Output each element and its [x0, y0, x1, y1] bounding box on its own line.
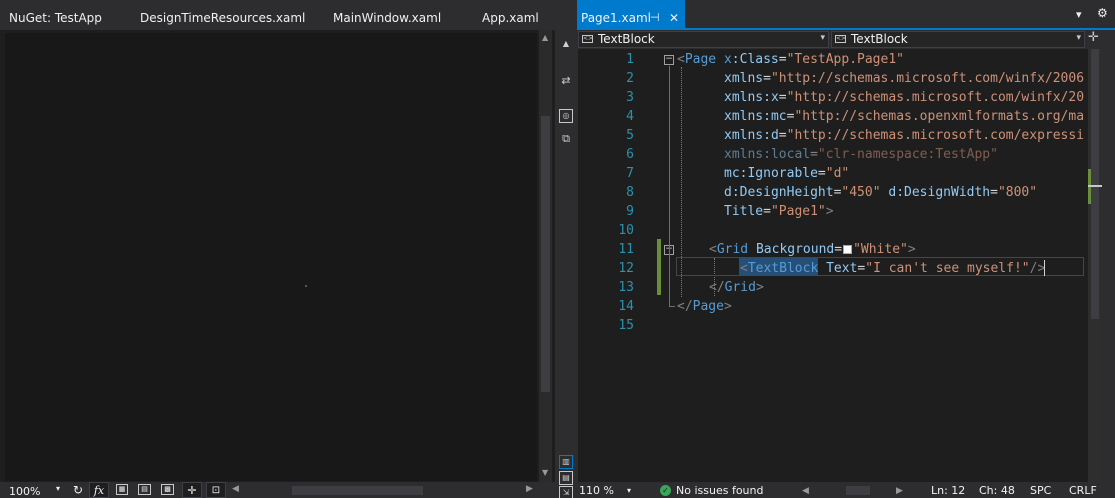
- tab-app-xaml[interactable]: App.xaml: [482, 0, 539, 30]
- document-tab-bar: NuGet: TestApp DesignTimeResources.xaml …: [0, 0, 1115, 30]
- fold-outline-line: [669, 66, 670, 306]
- line-number: 8: [626, 185, 634, 200]
- zoom-dropdown-arrow-icon[interactable]: ▾: [627, 482, 631, 498]
- xaml-element-icon: <>: [582, 35, 594, 43]
- snap-to-snaplines-icon[interactable]: ⊡: [206, 482, 226, 498]
- collapse-pane-icon[interactable]: ▲: [559, 37, 573, 51]
- line-number: 13: [618, 280, 634, 295]
- line-number-gutter: 1 2 3 4 5 6 7 8 9 10 11 12 13 14 15: [578, 49, 658, 482]
- code-line-6: xmlns:local="clr-namespace:TestApp": [724, 147, 998, 162]
- code-line-1: <Page x:Class="TestApp.Page1": [677, 52, 904, 67]
- tab-designtimeresources[interactable]: DesignTimeResources.xaml: [140, 0, 305, 30]
- code-line-3: xmlns:x="http://schemas.microsoft.com/wi…: [724, 90, 1085, 105]
- zoom-dropdown-arrow-icon[interactable]: ▾: [56, 484, 60, 493]
- line-number: 11: [618, 242, 634, 257]
- line-number: 1: [626, 52, 634, 67]
- checkerboard-icon[interactable]: ▩: [161, 484, 174, 495]
- line-indicator[interactable]: Ln: 12: [931, 482, 965, 498]
- element-type-combo[interactable]: <> TextBlock ▾: [578, 31, 829, 48]
- code-line-13: </Grid>: [709, 280, 764, 295]
- combo-dropdown-arrow-icon: ▾: [820, 33, 825, 43]
- fold-outline-end: [669, 306, 675, 307]
- fold-toggle-icon[interactable]: −: [664, 55, 674, 65]
- xaml-designer-surface[interactable]: [5, 33, 537, 481]
- editor-scroll-thumb[interactable]: [1091, 49, 1099, 319]
- code-line-8: d:DesignHeight="450" d:DesignWidth="800": [724, 185, 1038, 200]
- refresh-icon[interactable]: ↻: [73, 483, 83, 497]
- white-color-swatch[interactable]: [843, 245, 853, 254]
- editor-hscroll-thumb[interactable]: [846, 486, 870, 495]
- grid-toggle-icon[interactable]: ▦: [116, 484, 128, 495]
- code-line-4: xmlns:mc="http://schemas.openxmlformats.…: [724, 109, 1085, 124]
- code-line-14: </Page>: [677, 299, 732, 314]
- vertical-split-icon[interactable]: ▥: [559, 455, 573, 469]
- textblock-design-dot: [305, 285, 307, 287]
- split-editor-icon[interactable]: ✛: [1088, 30, 1099, 45]
- navigation-combo-bar: <> TextBlock ▾ <> TextBlock ▾ ✛: [578, 30, 1115, 49]
- change-tracking-marker: [657, 239, 661, 295]
- designer-scroll-thumb[interactable]: [541, 116, 550, 392]
- expand-pane-icon[interactable]: ⇲: [559, 486, 573, 498]
- code-line-2: xmlns="http://schemas.microsoft.com/winf…: [724, 71, 1085, 86]
- line-number: 6: [626, 147, 634, 162]
- text-caret: [1044, 260, 1045, 276]
- status-hscroll-left-icon[interactable]: ◀: [802, 482, 809, 498]
- line-number: 14: [618, 299, 634, 314]
- tab-nuget-testapp[interactable]: NuGet: TestApp: [9, 0, 102, 30]
- line-number: 12: [618, 261, 634, 276]
- line-number: 2: [626, 71, 634, 86]
- code-line-7: mc:Ignorable="d": [724, 166, 850, 181]
- settings-gear-icon[interactable]: ⚙: [1097, 6, 1108, 20]
- design-pane-icon[interactable]: ◎: [559, 109, 573, 123]
- scroll-down-arrow-icon[interactable]: ▼: [542, 468, 548, 477]
- line-number: 3: [626, 90, 634, 105]
- horizontal-split-icon[interactable]: ▤: [559, 471, 573, 485]
- hscroll-left-arrow-icon[interactable]: ◀: [232, 484, 239, 494]
- designer-hscroll-thumb[interactable]: [292, 486, 423, 495]
- scroll-caret-marker: [1088, 185, 1102, 187]
- code-line-11: <Grid Background= "White">: [709, 242, 916, 257]
- editor-vertical-scrollbar[interactable]: [1088, 49, 1102, 482]
- editor-status-bar: 110 % ▾ ✓ No issues found ◀ ▶ Ln: 12 Ch:…: [578, 482, 1115, 498]
- line-number: 9: [626, 204, 634, 219]
- designer-vertical-scrollbar[interactable]: ▲ ▼: [539, 30, 552, 482]
- issues-status-label[interactable]: No issues found: [676, 482, 763, 498]
- effects-fx-button[interactable]: fx: [89, 482, 109, 498]
- line-number: 5: [626, 128, 634, 143]
- element-member-combo[interactable]: <> TextBlock ▾: [831, 31, 1085, 48]
- editor-right-margin: [1102, 30, 1115, 482]
- artboard-background-icon[interactable]: ▤: [138, 484, 151, 495]
- code-line-5: xmlns:d="http://schemas.microsoft.com/ex…: [724, 128, 1085, 143]
- tab-overflow-dropdown-icon[interactable]: ▾: [1076, 8, 1082, 21]
- editor-zoom-dropdown[interactable]: 110 %: [579, 482, 614, 498]
- status-hscroll-right-icon[interactable]: ▶: [896, 482, 903, 498]
- code-line-9: Title="Page1">: [724, 204, 834, 219]
- whitespace-mode-indicator[interactable]: SPC: [1030, 482, 1051, 498]
- xaml-element-icon: <>: [835, 35, 847, 43]
- scroll-up-arrow-icon[interactable]: ▲: [542, 33, 548, 42]
- line-ending-indicator[interactable]: CRLF: [1069, 482, 1097, 498]
- line-number: 10: [618, 223, 634, 238]
- xaml-code-editor[interactable]: 1 2 3 4 5 6 7 8 9 10 11 12 13 14 15 − − …: [578, 49, 1088, 482]
- hscroll-right-arrow-icon[interactable]: ▶: [526, 484, 533, 494]
- swap-panes-icon[interactable]: ⇄: [559, 74, 573, 88]
- column-indicator[interactable]: Ch: 48: [979, 482, 1015, 498]
- line-number: 15: [618, 318, 634, 333]
- split-view-toolbar: ▲ ⇄ ◎ ⧉ ▥ ▤ ⇲: [555, 30, 578, 498]
- snap-to-gridlines-icon[interactable]: ✛: [182, 482, 202, 498]
- tab-mainwindow[interactable]: MainWindow.xaml: [333, 0, 441, 30]
- line-number: 4: [626, 109, 634, 124]
- designer-bottom-toolbar: 100% ▾ ↻ fx ▦ ▤ ▩ ✛ ⊡ ◀ ▶: [0, 482, 555, 498]
- no-issues-check-icon: ✓: [660, 485, 671, 496]
- line-number: 7: [626, 166, 634, 181]
- popout-xaml-icon[interactable]: ⧉: [559, 132, 573, 146]
- tab-page1-xaml[interactable]: Page1.xaml ⊣ ✕: [577, 0, 685, 30]
- code-line-12: <TextBlock Text="I can't see myself!"/>: [740, 261, 1046, 276]
- combo-dropdown-arrow-icon: ▾: [1076, 33, 1081, 43]
- designer-zoom-dropdown[interactable]: 100%: [9, 485, 40, 498]
